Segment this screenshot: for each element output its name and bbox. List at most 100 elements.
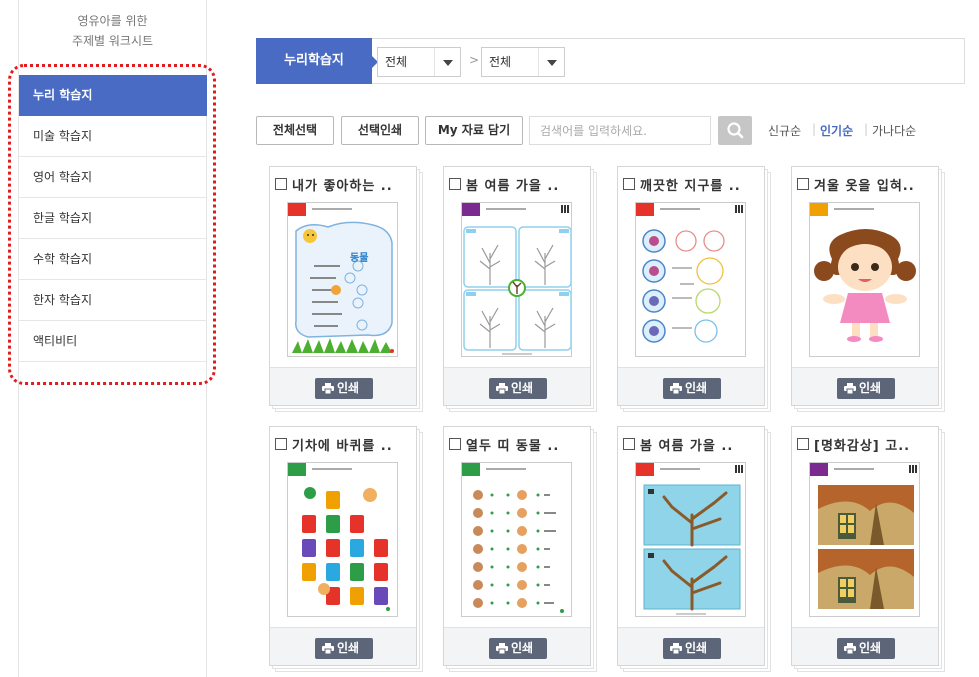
card-checkbox[interactable] <box>623 438 635 450</box>
sort-alpha[interactable]: 가나다순 <box>872 122 916 139</box>
card-title: 봄 여름 가을 .. <box>466 179 560 194</box>
sidebar-item-hanja[interactable]: 한자 학습지 <box>19 280 207 321</box>
card-checkbox[interactable] <box>449 178 461 190</box>
worksheet-thumbnail[interactable] <box>461 462 572 617</box>
girl-illustration <box>814 229 916 342</box>
card-checkbox[interactable] <box>275 438 287 450</box>
card-footer: 인쇄 <box>444 627 590 665</box>
print-button-label: 인쇄 <box>859 641 882 655</box>
printer-icon <box>670 383 682 394</box>
print-button-label: 인쇄 <box>859 381 882 395</box>
animals-illustration <box>292 221 394 353</box>
card-face: 봄 여름 가을 .. 인쇄 <box>617 426 765 666</box>
card-face: 열두 띠 동물 .. 인쇄 <box>443 426 591 666</box>
chevron-down-icon <box>434 48 460 76</box>
card-face: 기차에 바퀴를 .. 인쇄 <box>269 426 417 666</box>
worksheet-card[interactable]: 봄 여름 가을 .. 인쇄 <box>443 166 597 412</box>
card-footer: 인쇄 <box>618 627 764 665</box>
zodiac-matching-illustration <box>473 490 564 613</box>
sidebar-item-hangul[interactable]: 한글 학습지 <box>19 198 207 239</box>
print-button-label: 인쇄 <box>685 641 708 655</box>
printer-icon <box>844 643 856 654</box>
chevron-down-icon <box>538 48 564 76</box>
search-button[interactable] <box>718 116 752 145</box>
card-footer: 인쇄 <box>792 367 938 405</box>
card-face: 깨끗한 지구를 .. 인쇄 <box>617 166 765 406</box>
clean-earth-illustration <box>642 229 725 343</box>
worksheet-card[interactable]: [명화감상] 고.. 인쇄 <box>791 426 945 672</box>
page: 영유아를 위한 주제별 워크시트 누리 학습지 미술 학습지 영어 학습지 한글… <box>0 0 979 677</box>
four-seasons-trees-illustration <box>463 226 571 355</box>
card-title: [명화감상] 고.. <box>814 439 911 454</box>
sidebar-item-nuri[interactable]: 누리 학습지 <box>19 75 207 116</box>
sidebar-title: 영유아를 위한 주제별 워크시트 <box>19 0 206 51</box>
printer-icon <box>844 383 856 394</box>
sort-new[interactable]: 신규순 <box>768 122 801 139</box>
sidebar: 영유아를 위한 주제별 워크시트 누리 학습지 미술 학습지 영어 학습지 한글… <box>18 0 207 677</box>
printer-icon <box>322 643 334 654</box>
worksheet-thumbnail[interactable]: 동물 <box>287 202 398 357</box>
select-all-button[interactable]: 전체선택 <box>256 116 334 145</box>
print-button[interactable]: 인쇄 <box>315 378 373 399</box>
save-to-my-button[interactable]: My 자료 담기 <box>425 116 523 145</box>
card-checkbox[interactable] <box>797 178 809 190</box>
print-selected-button[interactable]: 선택인쇄 <box>341 116 419 145</box>
search-input[interactable] <box>529 116 711 145</box>
print-button[interactable]: 인쇄 <box>837 638 895 659</box>
card-title: 겨울 옷을 입혀.. <box>814 179 915 194</box>
card-checkbox[interactable] <box>275 178 287 190</box>
print-button-label: 인쇄 <box>511 641 534 655</box>
printer-icon <box>322 383 334 394</box>
sort-divider: | <box>864 122 869 136</box>
print-button[interactable]: 인쇄 <box>489 378 547 399</box>
worksheet-thumbnail[interactable] <box>809 462 920 617</box>
worksheet-thumbnail[interactable] <box>635 462 746 617</box>
card-footer: 인쇄 <box>270 627 416 665</box>
sidebar-item-math[interactable]: 수학 학습지 <box>19 239 207 280</box>
sidebar-item-activity[interactable]: 액티비티 <box>19 321 207 362</box>
seasons-tree-illustration <box>643 484 741 615</box>
worksheet-thumbnail[interactable] <box>461 202 572 357</box>
search-icon <box>727 122 744 139</box>
card-face: 겨울 옷을 입혀.. 인쇄 <box>791 166 939 406</box>
worksheet-card[interactable]: 봄 여름 가을 .. 인쇄 <box>617 426 771 672</box>
print-button[interactable]: 인쇄 <box>663 638 721 659</box>
print-button-label: 인쇄 <box>337 641 360 655</box>
sidebar-menu: 누리 학습지 미술 학습지 영어 학습지 한글 학습지 수학 학습지 한자 학습… <box>19 75 207 362</box>
category-bar: 누리학습지 전체 > 전체 <box>256 38 965 84</box>
category-select-2-value: 전체 <box>489 55 512 69</box>
card-footer: 인쇄 <box>444 367 590 405</box>
print-button[interactable]: 인쇄 <box>315 638 373 659</box>
print-button-label: 인쇄 <box>511 381 534 395</box>
worksheet-thumbnail[interactable] <box>287 462 398 617</box>
card-checkbox[interactable] <box>449 438 461 450</box>
print-button[interactable]: 인쇄 <box>837 378 895 399</box>
printer-icon <box>496 383 508 394</box>
category-select-1[interactable]: 전체 <box>377 47 461 77</box>
print-button-label: 인쇄 <box>685 381 708 395</box>
card-checkbox[interactable] <box>623 178 635 190</box>
sort-divider: | <box>812 122 817 136</box>
print-button[interactable]: 인쇄 <box>489 638 547 659</box>
breadcrumb-separator: > <box>469 53 480 67</box>
sort-popular[interactable]: 인기순 <box>820 122 853 139</box>
worksheet-thumbnail[interactable] <box>635 202 746 357</box>
card-title: 봄 여름 가을 .. <box>640 439 734 454</box>
card-footer: 인쇄 <box>792 627 938 665</box>
worksheet-card[interactable]: 내가 좋아하는 .. 동물 인쇄 <box>269 166 423 412</box>
worksheet-card[interactable]: 기차에 바퀴를 .. 인쇄 <box>269 426 423 672</box>
train-wheels-illustration <box>302 487 390 611</box>
card-title: 내가 좋아하는 .. <box>292 179 393 194</box>
print-button[interactable]: 인쇄 <box>663 378 721 399</box>
sidebar-title-line2: 주제별 워크시트 <box>71 34 154 48</box>
sidebar-item-art[interactable]: 미술 학습지 <box>19 116 207 157</box>
worksheet-thumbnail[interactable] <box>809 202 920 357</box>
worksheet-card[interactable]: 열두 띠 동물 .. 인쇄 <box>443 426 597 672</box>
card-title: 열두 띠 동물 .. <box>466 439 560 454</box>
worksheet-card[interactable]: 깨끗한 지구를 .. 인쇄 <box>617 166 771 412</box>
sidebar-item-english[interactable]: 영어 학습지 <box>19 157 207 198</box>
category-select-2[interactable]: 전체 <box>481 47 565 77</box>
worksheet-card[interactable]: 겨울 옷을 입혀.. 인쇄 <box>791 166 945 412</box>
card-checkbox[interactable] <box>797 438 809 450</box>
sidebar-title-line1: 영유아를 위한 <box>77 14 148 28</box>
